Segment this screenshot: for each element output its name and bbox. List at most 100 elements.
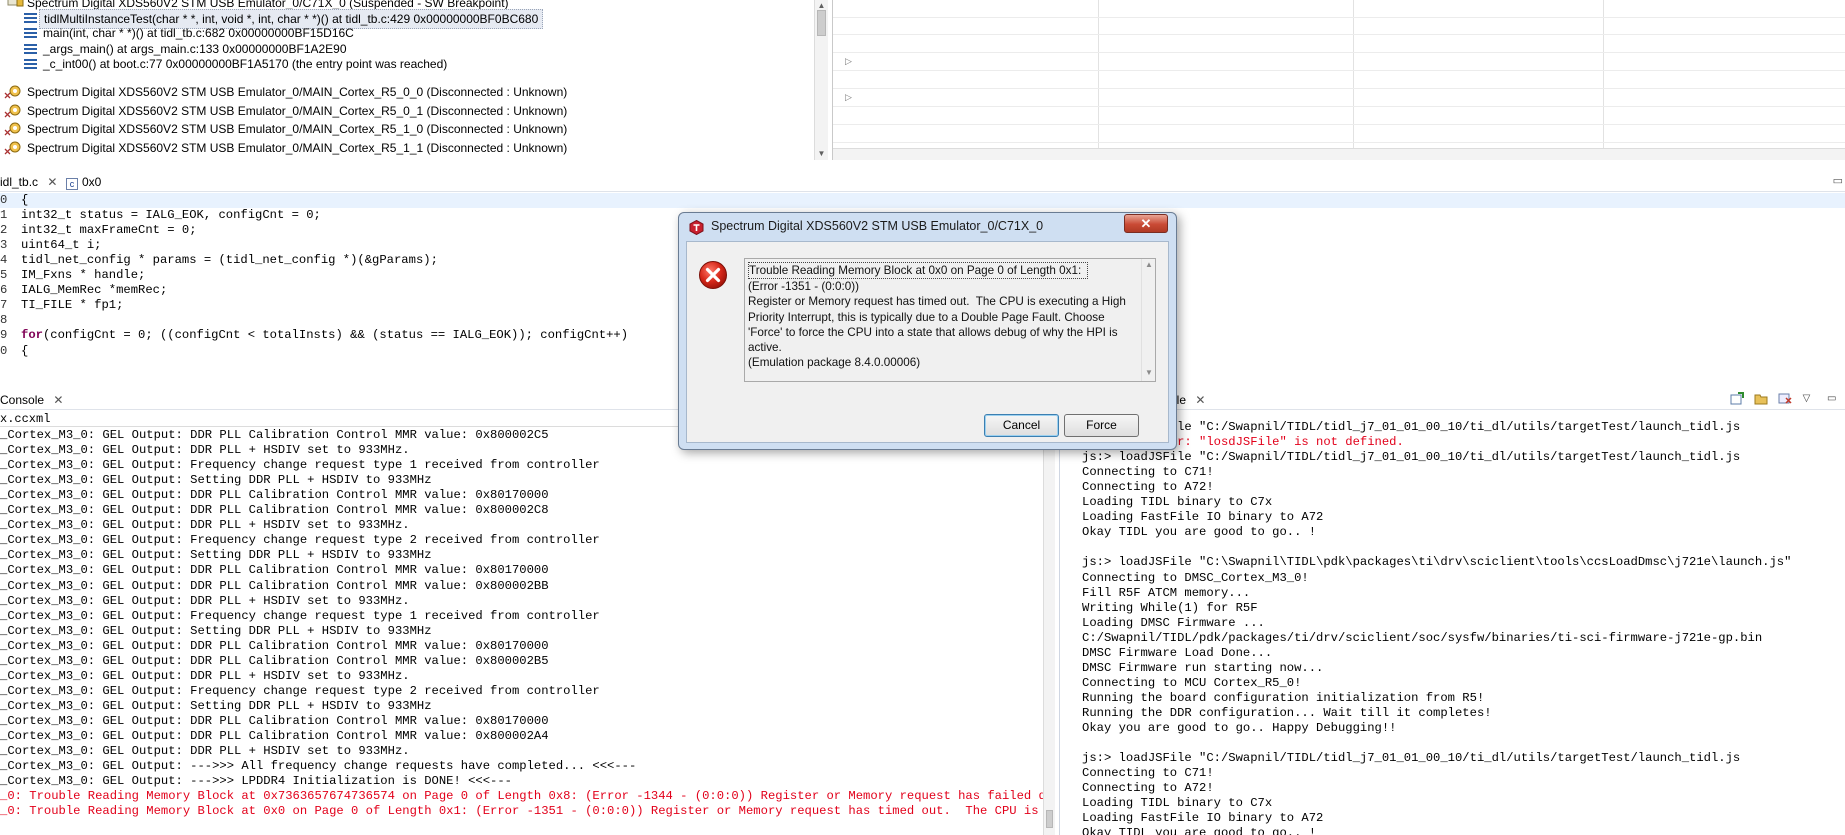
console-line: _Cortex_M3_0: GEL Output: Setting DDR PL… [0, 623, 432, 638]
tab-label: idl_tb.c [0, 175, 39, 189]
console-line: Running the DDR configuration... Wait ti… [1082, 705, 1492, 720]
code-line: 0{ [0, 193, 1845, 208]
view-menu-icon[interactable]: ▽ [1803, 392, 1817, 405]
console-error-line: _0: Trouble Reading Memory Block at 0x0 … [0, 804, 1055, 819]
console-line: _Cortex_M3_0: GEL Output: Setting DDR PL… [0, 698, 432, 713]
console-line: Loading FastFile IO binary to A72 [1082, 510, 1324, 525]
dialog-close-button[interactable]: ✕ [1124, 214, 1168, 233]
debug-view-scrollbar[interactable]: ▲ ▼ [814, 0, 828, 160]
console-line: _Cortex_M3_0: GEL Output: Frequency chan… [0, 683, 600, 698]
message-scrollbar[interactable]: ▲ ▼ [1141, 259, 1155, 381]
close-icon[interactable]: ✕ [1195, 393, 1205, 407]
scroll-down-icon[interactable]: ▼ [1142, 368, 1156, 380]
code-text: int32_t maxFrameCnt = 0; [21, 223, 197, 238]
console-line: Okay TIDL you are good to go.. ! [1082, 826, 1317, 835]
stack-frame-icon [24, 28, 37, 39]
console-line: _Cortex_M3_0: GEL Output: DDR PLL + HSDI… [0, 744, 410, 759]
console-line: js:> loadJSFile "C:\Swapnil\TIDL\pdk\pac… [1082, 555, 1792, 570]
maximize-icon[interactable]: ▭ [1833, 174, 1843, 187]
open-folder-icon[interactable] [1754, 392, 1768, 405]
console-tab-bar: ole ✕ ▽ ▭ [1060, 388, 1845, 410]
console-line: _Cortex_M3_0: GEL Output: DDR PLL Calibr… [0, 638, 549, 653]
console-line: _Cortex_M3_0: GEL Output: DDR PLL Calibr… [0, 428, 549, 442]
console-line: _Cortex_M3_0: GEL Output: Frequency chan… [0, 608, 600, 623]
c-file-icon: c [66, 178, 78, 190]
console-line: Connecting to A72! [1082, 480, 1214, 495]
minimize-icon[interactable]: ▭ [1827, 392, 1841, 405]
force-button[interactable]: Force [1064, 414, 1139, 437]
tab-console[interactable]: Console ✕ [0, 391, 63, 409]
close-icon[interactable]: ✕ [47, 175, 57, 189]
dialog-body: Trouble Reading Memory Block at 0x0 on P… [686, 241, 1169, 443]
console-line: Connecting to A72! [1082, 781, 1214, 796]
console-line: Loading FastFile IO binary to A72 [1082, 811, 1324, 826]
line-number: 8 [0, 313, 8, 328]
console-line: Connecting to MCU Cortex_R5_0! [1082, 675, 1302, 690]
stack-frame-icon [24, 58, 37, 69]
console-line: Okay TIDL you are good to go.. ! [1082, 525, 1317, 540]
scroll-thumb[interactable] [1046, 810, 1053, 828]
code-text: { [21, 343, 29, 358]
variables-row-line [833, 34, 1845, 35]
expand-arrow-icon[interactable]: ▷ [845, 56, 852, 67]
error-icon [698, 260, 728, 293]
console-right: ole ✕ ▽ ▭ jS:> loadJSFile "C:/Swapnil/TI… [1059, 388, 1845, 835]
console-line: _Cortex_M3_0: GEL Output: DDR PLL Calibr… [0, 713, 549, 728]
console-line: _Cortex_M3_0: GEL Output: DDR PLL Calibr… [0, 488, 549, 503]
console-line: Okay you are good to go.. Happy Debuggin… [1082, 721, 1397, 735]
console-toolbar: ▽ ▭ [1723, 392, 1841, 408]
line-number: 0 [0, 343, 8, 358]
console-line: C:/Swapnil/TIDL/pdk/packages/ti/drv/scic… [1082, 630, 1763, 645]
variables-row-line [833, 124, 1845, 125]
close-icon[interactable]: ✕ [53, 393, 63, 407]
error-message-line: (Emulation package 8.4.0.00006) [748, 356, 921, 370]
console-line: Fill R5F ATCM memory... [1082, 585, 1251, 600]
stack-frame-icon [24, 13, 37, 23]
expand-arrow-icon[interactable]: ▷ [845, 92, 852, 103]
ti-logo-icon [689, 219, 704, 236]
error-message-line: Register or Memory request has timed out… [748, 295, 1130, 355]
console-line: _Cortex_M3_0: GEL Output: DDR PLL + HSDI… [0, 443, 410, 458]
line-number: 0 [0, 193, 8, 207]
code-text: for(configCnt = 0; ((configCnt < totalIn… [21, 328, 629, 343]
console-line: _Cortex_M3_0: GEL Output: Setting DDR PL… [0, 548, 432, 563]
scroll-thumb[interactable] [817, 10, 826, 36]
error-message-box[interactable]: Trouble Reading Memory Block at 0x0 on P… [744, 258, 1156, 382]
horizontal-scrollbar[interactable] [833, 148, 1845, 160]
tab-0x0[interactable]: c 0x0 [66, 172, 101, 192]
console-line: _Cortex_M3_0: GEL Output: --->>> All fre… [0, 759, 637, 774]
tab-label: 0x0 [82, 175, 102, 189]
console-scrollbar[interactable] [1043, 428, 1055, 835]
error-dialog: Spectrum Digital XDS560V2 STM USB Emulat… [678, 212, 1177, 450]
code-text: { [21, 193, 29, 207]
console-line: Connecting to C71! [1082, 766, 1214, 781]
console-line: DMSC Firmware run starting now... [1082, 660, 1324, 675]
editor-tab-bar: idl_tb.c ✕ c 0x0 ▭ [0, 170, 1845, 192]
console-line: js:> loadJSFile "C:/Swapnil/TIDL/tidl_j7… [1082, 450, 1741, 465]
line-number: 1 [0, 208, 8, 223]
tab-tidl-tb-c[interactable]: idl_tb.c ✕ [0, 172, 57, 192]
tab-label: Console [0, 393, 45, 407]
new-console-icon[interactable] [1730, 392, 1744, 405]
variables-column-divider[interactable] [1353, 0, 1354, 160]
variables-column-divider[interactable] [1603, 0, 1604, 160]
line-number: 3 [0, 238, 8, 253]
line-number: 5 [0, 268, 8, 283]
scroll-up-icon[interactable]: ▲ [1142, 260, 1156, 272]
code-text: tidl_net_config * params = (tidl_net_con… [21, 253, 438, 268]
scroll-down-icon[interactable]: ▼ [815, 148, 828, 160]
line-number: 2 [0, 223, 8, 238]
error-message-line: Trouble Reading Memory Block at 0x0 on P… [748, 262, 1088, 280]
debug-view: Spectrum Digital XDS560V2 STM USB Emulat… [0, 0, 830, 160]
dialog-title: Spectrum Digital XDS560V2 STM USB Emulat… [711, 219, 1044, 233]
cancel-button[interactable]: Cancel [984, 414, 1059, 437]
remove-console-icon[interactable] [1778, 392, 1792, 405]
console-line: _Cortex_M3_0: GEL Output: Frequency chan… [0, 458, 600, 473]
console-line: _Cortex_M3_0: GEL Output: DDR PLL + HSDI… [0, 593, 410, 608]
dialog-titlebar[interactable]: Spectrum Digital XDS560V2 STM USB Emulat… [679, 213, 1176, 241]
console-line: _Cortex_M3_0: GEL Output: DDR PLL + HSDI… [0, 518, 410, 533]
code-text: TI_FILE * fp1; [21, 298, 124, 313]
code-text: IALG_MemRec *memRec; [21, 283, 168, 298]
console-left: Console ✕ x.ccxml _Cortex_M3_0: GEL Outp… [0, 388, 1055, 835]
variables-column-divider[interactable] [1098, 0, 1099, 160]
